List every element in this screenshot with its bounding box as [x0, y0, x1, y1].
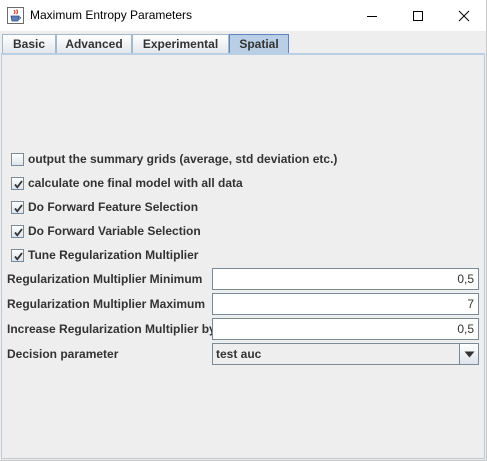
checkbox-label: output the summary grids (average, std d… [28, 152, 338, 166]
tab-basic[interactable]: Basic [2, 34, 56, 53]
dialog-window: Maximum Entropy Parameters Basic Advance… [0, 0, 487, 461]
reg-multiplier-min-label: Regularization Multiplier Minimum [7, 272, 203, 286]
window-title: Maximum Entropy Parameters [30, 8, 193, 22]
checkbox-tune-regularization-multiplier[interactable]: Tune Regularization Multiplier [11, 247, 198, 263]
minimize-button[interactable] [349, 0, 395, 31]
triangle-down-icon [464, 351, 474, 357]
checkbox-final-model-all-data[interactable]: calculate one final model with all data [11, 175, 243, 191]
maximize-icon [413, 10, 423, 21]
checkbox-box[interactable] [11, 176, 24, 190]
tab-experimental-label: Experimental [142, 37, 219, 51]
checkbox-box[interactable] [11, 248, 24, 262]
reg-multiplier-max-input[interactable] [212, 293, 479, 315]
checkmark-icon [14, 227, 23, 237]
checkbox-box[interactable] [11, 200, 24, 214]
checkbox-box[interactable] [11, 224, 24, 238]
minimize-icon [367, 15, 377, 17]
tab-experimental[interactable]: Experimental [132, 34, 229, 53]
checkmark-icon [14, 251, 23, 261]
checkmark-icon [14, 203, 23, 213]
checkbox-output-summary-grids[interactable]: output the summary grids (average, std d… [11, 151, 337, 167]
maximize-button[interactable] [395, 0, 441, 31]
decision-parameter-value: test auc [216, 347, 262, 361]
reg-multiplier-max-label: Regularization Multiplier Maximum [7, 297, 206, 311]
tab-spatial-label: Spatial [239, 37, 279, 51]
checkbox-forward-variable-selection[interactable]: Do Forward Variable Selection [11, 223, 201, 239]
checkbox-box[interactable] [11, 152, 24, 166]
checkbox-label: Do Forward Variable Selection [28, 224, 201, 238]
tab-basic-label: Basic [12, 37, 46, 51]
checkbox-label: calculate one final model with all data [28, 176, 243, 190]
close-icon [458, 10, 470, 21]
tab-advanced[interactable]: Advanced [56, 34, 132, 53]
checkbox-forward-feature-selection[interactable]: Do Forward Feature Selection [11, 199, 198, 215]
checkbox-label: Do Forward Feature Selection [28, 200, 199, 214]
decision-parameter-select[interactable]: test auc [212, 343, 479, 365]
reg-multiplier-step-label: Increase Regularization Multiplier by [7, 322, 216, 336]
tab-bar: Basic Advanced Experimental Spatial [0, 33, 486, 54]
checkbox-label: Tune Regularization Multiplier [28, 248, 199, 262]
checkmark-icon [14, 179, 23, 189]
reg-multiplier-step-input[interactable] [212, 318, 479, 340]
dropdown-arrow-button[interactable] [459, 344, 478, 364]
title-bar[interactable]: Maximum Entropy Parameters [0, 0, 486, 31]
tab-spatial[interactable]: Spatial [229, 34, 289, 53]
reg-multiplier-min-input[interactable] [212, 268, 479, 290]
close-button[interactable] [441, 0, 487, 31]
decision-parameter-label: Decision parameter [7, 347, 119, 361]
tab-advanced-label: Advanced [65, 37, 123, 51]
java-cup-icon [7, 7, 24, 24]
